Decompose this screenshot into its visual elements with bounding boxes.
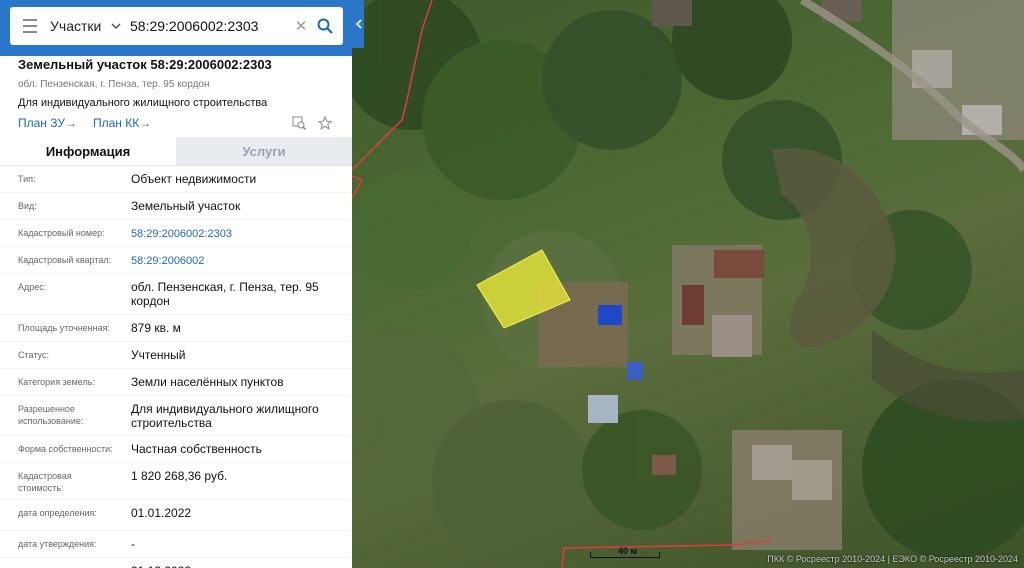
search-header: Участки ✕ [0,0,352,56]
search-box: Участки ✕ [10,7,343,45]
info-row: дата внесения31.12.2022 [0,558,352,568]
info-row: Разрешенное использование: Для индивидуал… [0,396,352,436]
info-row: Кадастровая стоимость: 1 820 268,36 руб. [0,463,352,500]
chevron-down-icon[interactable] [108,7,124,45]
scale-label: 40 м [618,546,638,556]
info-label: Категория земель: [18,377,95,387]
info-value: Земли населённых пунктов [131,375,284,389]
info-value: 879 кв. м [131,321,181,335]
map-imagery [352,0,1024,568]
collapse-panel-button[interactable] [352,0,364,48]
chevron-left-icon [355,19,362,29]
info-row: Статус: Учтенный [0,342,352,369]
info-row: дата утверждения: - [0,531,352,558]
info-label: Адрес: [18,282,47,292]
info-label: Тип: [18,174,36,184]
search-input[interactable] [130,18,290,34]
parcel-address: обл. Пензенская, г. Пенза, тер. 95 кордо… [18,79,210,90]
info-label: Кадастровый квартал: [18,255,112,265]
tab-services[interactable]: Услуги [176,137,352,165]
tab-information[interactable]: Информация [0,137,176,165]
info-row: Площадь уточненная: 879 кв. м [0,315,352,342]
zoom-to-icon[interactable] [290,114,308,132]
parcel-purpose: Для индивидуального жилищного строительс… [18,97,268,109]
info-row: дата определения: 01.01.2022 [0,500,352,531]
tabs: Информация Услуги [0,137,352,166]
map-attribution: ПКК © Росреестр 2010-2024 | ЕЭКО © Росре… [767,554,1018,564]
info-label: Статус: [18,350,49,360]
close-icon[interactable]: ✕ [292,17,310,35]
plan-zu-link[interactable]: План ЗУ→ [18,116,77,130]
info-label: Форма собственности: [18,444,113,454]
info-label: Площадь уточненная: [18,323,110,333]
info-value: Земельный участок [131,199,241,213]
info-value: Учтенный [131,348,186,362]
info-value: Частная собственность [131,442,262,456]
info-row: Вид: Земельный участок [0,193,352,220]
info-value: 1 820 268,36 руб. [131,469,228,483]
menu-icon[interactable] [10,7,50,45]
info-label: Кадастровая стоимость: [18,471,72,493]
info-row: Категория земель: Земли населённых пункто… [0,369,352,396]
info-value: 31.12.2022 [113,558,352,568]
info-value: обл. Пензенская, г. Пенза, тер. 95 кордо… [131,280,319,308]
star-icon[interactable] [316,114,334,132]
info-row: Форма собственности: Частная собственност… [0,436,352,463]
info-row: Кадастровый номер: 58:29:2006002:2303 [0,220,352,247]
info-value: Объект недвижимости [131,172,257,186]
info-label: дата утверждения: [18,539,97,549]
info-value: Для индивидуального жилищного строительс… [131,402,319,430]
info-label: дата определения: [18,508,97,518]
info-label: Кадастровый номер: [18,228,105,238]
search-icon[interactable] [310,7,340,45]
info-table: Тип: Объект недвижимости Вид: Земельный уча… [0,166,352,568]
info-label: Разрешенное использование: [18,404,84,426]
info-value: - [131,537,135,551]
parcel-title: Земельный участок 58:29:2006002:2303 [18,57,272,72]
layer-select[interactable]: Участки [50,18,108,34]
info-label: дата внесения [0,558,113,568]
info-row: Кадастровый квартал: 58:29:2006002 [0,247,352,274]
parcel-links: План ЗУ→ План КК→ [18,114,334,132]
plan-kk-link[interactable]: План КК→ [93,116,151,130]
parcel-header: Земельный участок 58:29:2006002:2303 обл… [0,57,352,132]
info-row: Тип: Объект недвижимости [0,166,352,193]
info-value: 01.01.2022 [131,506,192,520]
info-panel: Участки ✕ Земельный участок 58:29:200600… [0,0,352,568]
info-label: Вид: [18,201,37,211]
info-row: Адрес: обл. Пензенская, г. Пенза, тер. 95… [0,274,352,315]
info-value-link[interactable]: 58:29:2006002:2303 [113,220,352,246]
info-value-link[interactable]: 58:29:2006002 [113,247,352,273]
satellite-map[interactable]: 40 м ПКК © Росреестр 2010-2024 | ЕЭКО © … [352,0,1024,568]
